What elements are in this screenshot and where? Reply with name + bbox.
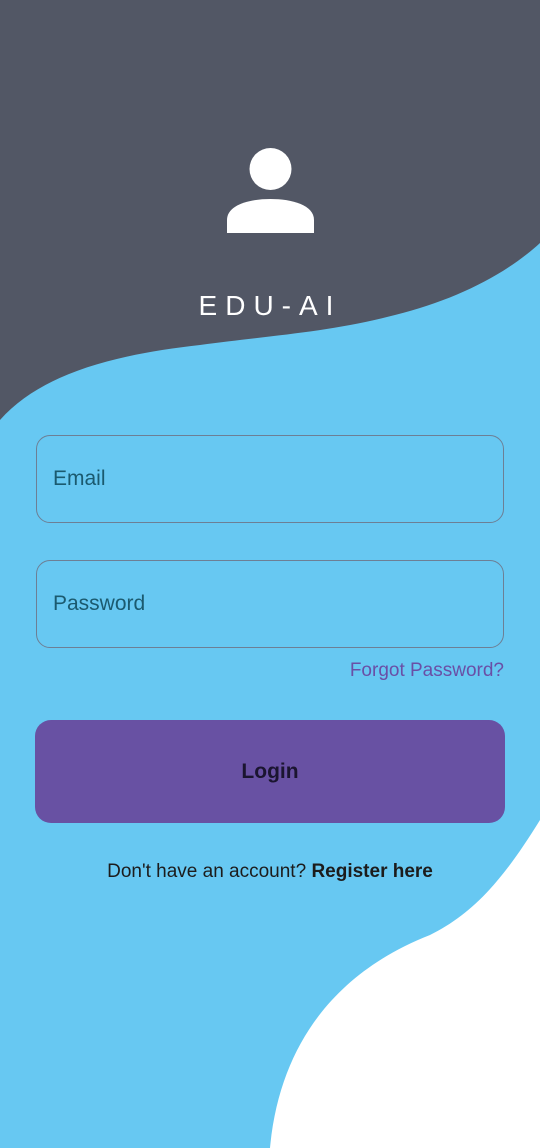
password-field-container [36,560,504,648]
register-prompt: Don't have an account? Register here [0,861,540,883]
email-field-container [36,435,504,523]
app-title: EDU-AI [198,290,342,321]
user-avatar-icon [227,148,314,233]
register-prompt-text: Don't have an account? [107,861,312,882]
email-input[interactable] [37,436,503,522]
password-input[interactable] [37,561,503,647]
forgot-password-link[interactable]: Forgot Password? [350,660,504,682]
login-button[interactable]: Login [35,720,505,823]
login-screen: EDU-AI Forgot Password? Login Don't have… [0,0,540,1148]
register-link[interactable]: Register here [311,861,432,882]
